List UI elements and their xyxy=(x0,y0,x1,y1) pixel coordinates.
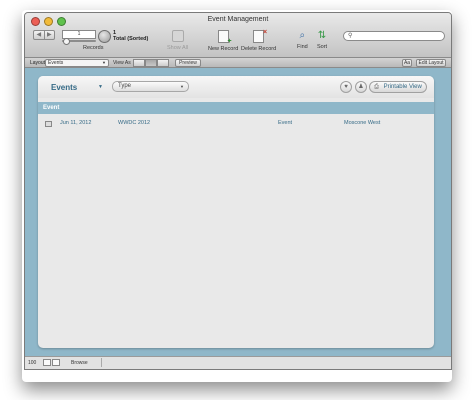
layout-content: Events ▼ Type ▼ ♥ ♟ ⎙ Printable View Eve… xyxy=(25,68,451,356)
printable-view-button[interactable]: ⎙ Printable View xyxy=(369,81,427,93)
column-header: Event xyxy=(38,102,434,114)
delete-record-label: Delete Record xyxy=(241,46,277,52)
found-set-pie-icon[interactable] xyxy=(98,30,111,43)
layout-label: Layout xyxy=(30,60,46,66)
delete-record-button[interactable]: Delete Record xyxy=(241,29,277,52)
find-button[interactable]: ⌕ Find xyxy=(297,30,308,50)
show-all-icon xyxy=(171,30,184,42)
printable-view-label: Printable View xyxy=(383,84,422,90)
status-divider xyxy=(101,358,102,367)
edit-layout-button[interactable]: Edit Layout xyxy=(416,59,446,67)
next-record-icon[interactable]: ▶ xyxy=(44,30,55,40)
list-view-icon[interactable] xyxy=(145,59,157,67)
search-input[interactable]: ⚲ xyxy=(343,31,445,41)
layout-menu-chevron-icon[interactable]: ▼ xyxy=(98,84,103,90)
zoom-level[interactable]: 100 xyxy=(28,360,36,366)
record-slider-handle[interactable] xyxy=(63,38,70,45)
window-title: Event Management xyxy=(207,16,269,23)
records-label: Records xyxy=(83,45,104,51)
printer-icon: ⎙ xyxy=(374,84,379,90)
sort-type-dropdown[interactable]: Type ▼ xyxy=(112,81,189,92)
column-header-event: Event xyxy=(43,105,60,111)
new-record-button[interactable]: New Record xyxy=(208,30,238,52)
row-event-type: Event xyxy=(278,120,293,126)
delete-record-icon xyxy=(253,29,267,43)
row-location: Moscone West xyxy=(344,120,381,126)
mode-indicator: Browse xyxy=(71,360,88,366)
table-view-icon[interactable] xyxy=(157,59,169,67)
layout-bar: Layout Events ▼ View As Preview Aa Edit … xyxy=(25,58,451,68)
row-select-icon[interactable] xyxy=(45,121,52,127)
total-label: Total (Sorted) xyxy=(113,36,149,42)
magnifier-icon: ⌕ xyxy=(299,30,306,41)
row-date: Jun 11, 2012 xyxy=(60,120,92,126)
sort-icon: ⇅ xyxy=(317,30,327,41)
row-event-name: WWDC 2012 xyxy=(118,120,151,126)
view-as-label: View As xyxy=(113,60,131,66)
chevron-down-icon: ▼ xyxy=(180,84,184,89)
layout-select-value: Events xyxy=(48,60,64,66)
new-record-icon xyxy=(217,30,232,45)
view-as-segmented xyxy=(133,59,169,67)
show-all-label: Show All xyxy=(167,45,189,51)
search-icon: ⚲ xyxy=(348,33,353,39)
toggle-status-icon[interactable] xyxy=(52,359,60,366)
zoom-out-icon[interactable] xyxy=(43,359,51,366)
previous-record-icon[interactable]: ◀ xyxy=(33,30,45,40)
find-label: Find xyxy=(297,44,308,50)
status-bar: 100 Browse xyxy=(25,356,451,369)
card-header: Events ▼ Type ▼ ♥ ♟ ⎙ Printable View xyxy=(38,76,434,98)
window-edge-marker xyxy=(24,158,25,172)
toolbar-area: Event Management ◀ ▶ 1 1 Total (Sorted) … xyxy=(25,13,451,58)
record-total: 1 Total (Sorted) xyxy=(113,30,148,42)
people-icon[interactable]: ♟ xyxy=(355,81,367,93)
layout-title: Events xyxy=(51,83,78,92)
filter-icon[interactable]: ♥ xyxy=(340,81,352,93)
app-window: Event Management ◀ ▶ 1 1 Total (Sorted) … xyxy=(24,12,452,370)
preview-button[interactable]: Preview xyxy=(175,59,201,67)
form-view-icon[interactable] xyxy=(133,59,145,67)
formatting-bar-button[interactable]: Aa xyxy=(402,59,412,67)
layout-select[interactable]: Events ▼ xyxy=(45,59,109,67)
record-navigation: ◀ ▶ xyxy=(33,30,55,40)
show-all-button[interactable]: Show All xyxy=(167,30,188,51)
new-record-label: New Record xyxy=(208,46,239,52)
sort-button[interactable]: ⇅ Sort xyxy=(317,30,327,50)
table-row[interactable]: Jun 11, 2012 WWDC 2012 Event Moscone Wes… xyxy=(38,118,434,130)
chevron-down-icon: ▼ xyxy=(102,60,106,65)
sort-label: Sort xyxy=(317,44,328,50)
sort-type-value: Type xyxy=(118,83,132,89)
list-card: Events ▼ Type ▼ ♥ ♟ ⎙ Printable View Eve… xyxy=(38,76,434,348)
